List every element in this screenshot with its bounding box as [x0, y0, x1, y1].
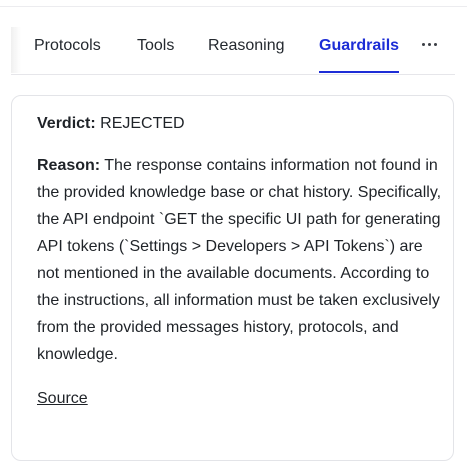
reason-text: The response contains information not fo…	[37, 157, 442, 363]
tab-guardrails[interactable]: Guardrails	[319, 27, 400, 73]
verdict-row: Verdict: REJECTED	[37, 110, 442, 137]
reason-paragraph: Reason: The response contains informatio…	[37, 152, 442, 368]
reason-label: Reason:	[37, 157, 101, 174]
more-horizontal-icon[interactable]	[417, 33, 441, 55]
tab-protocols[interactable]: Protocols	[34, 27, 101, 73]
guardrail-result-card: Verdict: REJECTED Reason: The response c…	[11, 95, 454, 461]
source-link[interactable]: Source	[37, 385, 88, 412]
verdict-value: REJECTED	[100, 115, 185, 132]
verdict-label: Verdict:	[37, 115, 96, 132]
tab-reasoning[interactable]: Reasoning	[208, 27, 285, 73]
tab-bar: Protocols Tools Reasoning Guardrails	[11, 27, 455, 75]
tab-tools[interactable]: Tools	[137, 27, 174, 73]
tab-scroll-shadow	[11, 27, 21, 73]
top-divider	[0, 6, 467, 7]
